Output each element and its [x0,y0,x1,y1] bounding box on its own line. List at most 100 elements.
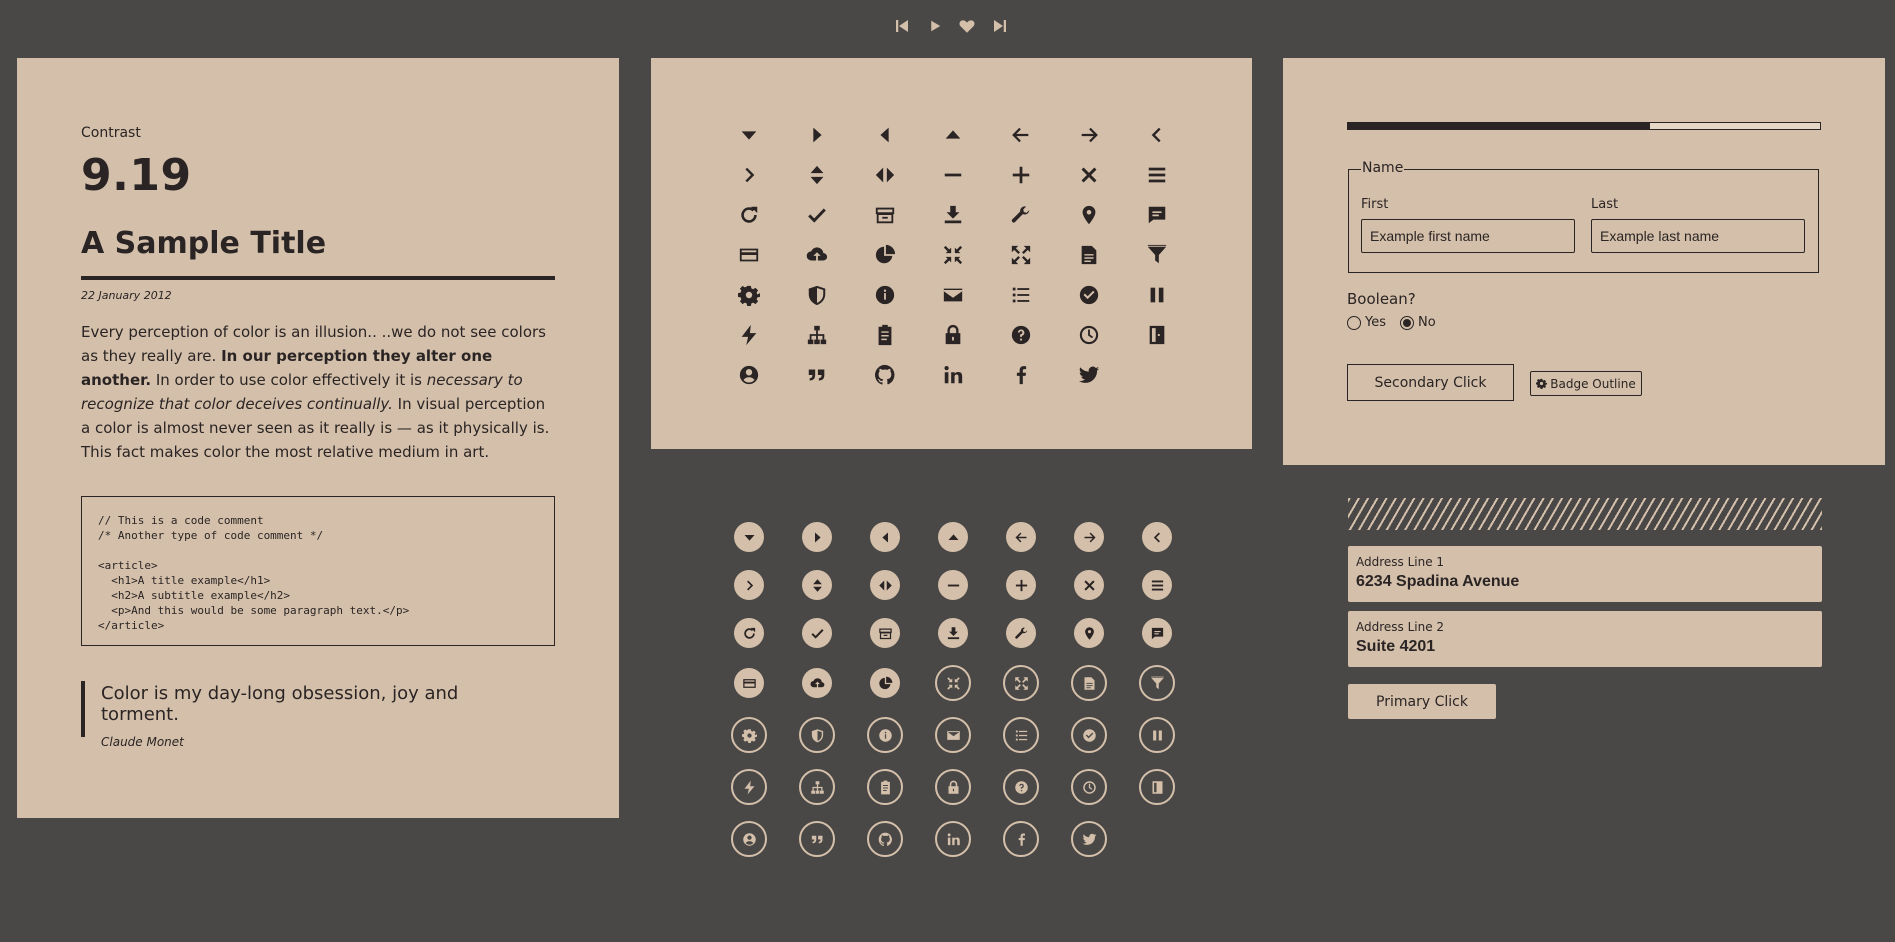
refresh-round-button[interactable] [715,609,783,657]
lock-round-button[interactable] [919,761,987,813]
gear-round-button[interactable] [715,709,783,761]
filter-round-button[interactable] [1123,657,1191,709]
door-round-button[interactable] [1123,761,1191,813]
info-icon [875,285,895,305]
chat-round-button[interactable] [1123,609,1191,657]
list-circle [1003,717,1039,753]
skip-forward-button[interactable] [989,15,1011,37]
archive-round-button[interactable] [851,609,919,657]
caret-right-circle [802,522,832,552]
refresh-icon-cell [715,195,783,235]
download-round-button[interactable] [919,609,987,657]
caret-down-icon [741,131,757,140]
radio-yes[interactable] [1347,315,1361,330]
radio-option-no[interactable]: No [1400,315,1436,330]
chevron-left-icon [1153,532,1160,542]
arrow-right-round-button[interactable] [1055,513,1123,561]
facebook-round-button[interactable] [987,813,1055,865]
check-circle [802,618,832,648]
shield-round-button[interactable] [783,709,851,761]
menu-circle [1142,570,1172,600]
quote-round-button[interactable] [783,813,851,865]
chevron-left-round-button[interactable] [1123,513,1191,561]
close-round-button[interactable] [1055,561,1123,609]
check-circle-round-button[interactable] [1055,709,1123,761]
list-round-button[interactable] [987,709,1055,761]
download-circle [938,618,968,648]
pause-round-button[interactable] [1123,709,1191,761]
radio-option-yes[interactable]: Yes [1347,315,1386,330]
github-round-button[interactable] [851,813,919,865]
expand-icon-cell [987,235,1055,275]
caret-up-round-button[interactable] [919,513,987,561]
chevron-right-icon [745,167,755,183]
twitter-round-button[interactable] [1055,813,1123,865]
radio-selected-dot [1403,318,1411,327]
check-icon-cell [783,195,851,235]
user-round-button[interactable] [715,813,783,865]
skip-forward-icon [993,20,1006,32]
radio-no[interactable] [1400,315,1414,330]
map-pin-circle [1074,618,1104,648]
code-round-button[interactable] [851,561,919,609]
progress-fill [1348,123,1651,129]
first-name-input[interactable] [1361,219,1575,253]
minus-icon [947,584,959,586]
linkedin-round-button[interactable] [919,813,987,865]
pie-chart-round-button[interactable] [851,657,919,709]
credit-card-round-button[interactable] [715,657,783,709]
sort-round-button[interactable] [783,561,851,609]
bolt-icon [744,780,754,794]
icon-panel [651,58,1252,449]
play-button[interactable] [924,15,946,37]
address-line-2-field[interactable]: Address Line 2 Suite 4201 [1348,611,1822,667]
archive-circle [870,618,900,648]
map-pin-icon-cell [1055,195,1123,235]
primary-button[interactable]: Primary Click [1348,684,1496,719]
chevron-right-round-button[interactable] [715,561,783,609]
bolt-icon-cell [715,315,783,355]
last-name-input[interactable] [1591,219,1805,253]
clock-icon-cell [1055,315,1123,355]
menu-round-button[interactable] [1123,561,1191,609]
door-icon-cell [1123,315,1191,355]
quote-icon [808,369,825,381]
clock-round-button[interactable] [1055,761,1123,813]
secondary-button[interactable]: Secondary Click [1347,364,1514,401]
refresh-icon [741,206,758,223]
compress-round-button[interactable] [919,657,987,709]
clipboard-icon-cell [851,315,919,355]
address-line-1-field[interactable]: Address Line 1 6234 Spadina Avenue [1348,546,1822,602]
expand-round-button[interactable] [987,657,1055,709]
info-round-button[interactable] [851,709,919,761]
cloud-upload-round-button[interactable] [783,657,851,709]
badge-outline-button[interactable]: Badge Outline [1530,371,1642,396]
caret-left-round-button[interactable] [851,513,919,561]
minus-icon-cell [919,155,987,195]
clipboard-round-button[interactable] [851,761,919,813]
door-circle [1139,769,1175,805]
twitter-circle [1071,821,1107,857]
caret-down-round-button[interactable] [715,513,783,561]
question-round-button[interactable] [987,761,1055,813]
wrench-round-button[interactable] [987,609,1055,657]
document-round-button[interactable] [1055,657,1123,709]
plus-round-button[interactable] [987,561,1055,609]
minus-round-button[interactable] [919,561,987,609]
arrow-left-round-button[interactable] [987,513,1055,561]
check-round-button[interactable] [783,609,851,657]
map-pin-round-button[interactable] [1055,609,1123,657]
facebook-circle [1003,821,1039,857]
bolt-icon [741,324,757,346]
document-icon-cell [1055,235,1123,275]
favorite-button[interactable] [956,15,978,37]
form-panel: Name First Last Boolean? Yes No Secondar… [1283,58,1885,465]
mail-round-button[interactable] [919,709,987,761]
sitemap-round-button[interactable] [783,761,851,813]
question-icon [1011,325,1031,345]
last-name-label: Last [1591,197,1619,212]
skip-back-button[interactable] [891,15,913,37]
bolt-round-button[interactable] [715,761,783,813]
typography-panel: Contrast 9.19 A Sample Title 22 January … [17,58,619,818]
caret-right-round-button[interactable] [783,513,851,561]
